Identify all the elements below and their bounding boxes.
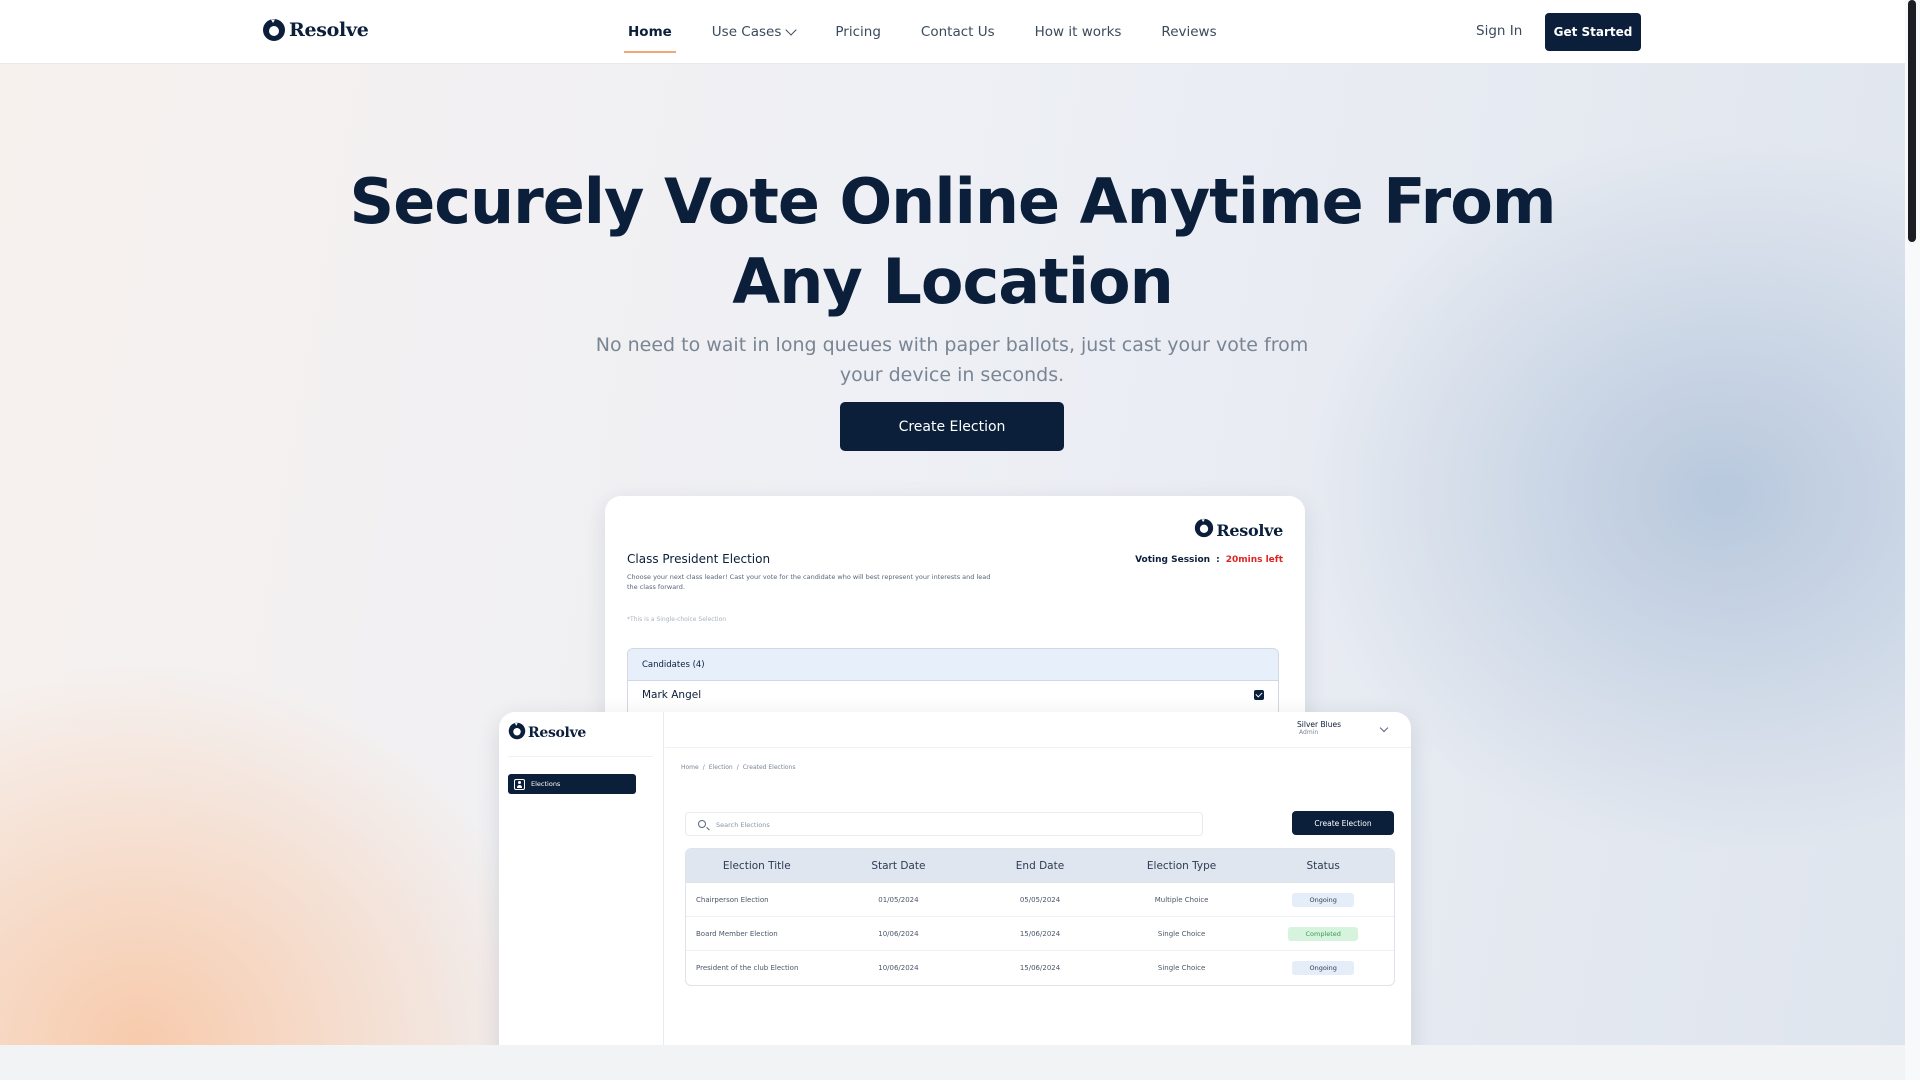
hero-section: Securely Vote Online Anytime From Any Lo…	[0, 64, 1905, 1045]
voting-session-status: Voting Session:20mins left	[1135, 555, 1283, 565]
status-badge: Ongoing	[1292, 961, 1355, 975]
table-row[interactable]: Chairperson Election 01/05/2024 05/05/20…	[686, 883, 1394, 917]
admin-dashboard-preview: Resolve Elections Silver Blues Admin Hom…	[499, 712, 1411, 1045]
scrollbar-thumb[interactable]	[1908, 0, 1916, 242]
search-input[interactable]	[716, 817, 1016, 833]
selection-note: *This is a Single-choice Selection	[627, 616, 727, 623]
cell-title: Chairperson Election	[696, 895, 769, 904]
voting-card-brand: Resolve	[1216, 520, 1283, 540]
admin-logo: Resolve	[508, 722, 586, 744]
time-left: 20mins left	[1225, 555, 1283, 565]
cell-title: President of the club Election	[696, 964, 799, 972]
election-title: Class President Election	[627, 552, 771, 566]
cell-type: Multiple Choice	[1154, 895, 1209, 904]
breadcrumb: Home / Election / Created Elections	[681, 764, 795, 771]
nav-reviews[interactable]: Reviews	[1161, 0, 1216, 64]
chevron-down-icon[interactable]	[1379, 723, 1389, 733]
nav-use-cases[interactable]: Use Cases	[711, 0, 798, 64]
status-badge: Completed	[1288, 926, 1359, 941]
cell-start-date: 10/06/2024	[878, 929, 919, 938]
resolve-logo-icon	[508, 722, 526, 744]
cell-end-date: 15/06/2024	[1019, 929, 1061, 938]
cell-status: Ongoing	[1252, 961, 1394, 975]
column-header: Election Title	[722, 859, 791, 872]
nav-pricing[interactable]: Pricing	[835, 0, 881, 64]
nav-contact-us[interactable]: Contact Us	[921, 0, 995, 64]
candidate-row[interactable]: Mark Angel	[628, 681, 1278, 709]
user-name: Silver Blues	[1297, 720, 1341, 729]
sidebar-item-elections[interactable]: Elections	[508, 774, 636, 794]
resolve-logo-icon	[262, 18, 286, 42]
candidate-name: Mark Angel	[642, 689, 702, 701]
users-icon	[514, 778, 525, 790]
elections-table: Election Title Start Date End Date Elect…	[685, 848, 1395, 986]
status-badge: Ongoing	[1292, 892, 1355, 907]
column-header: Start Date	[871, 859, 926, 872]
cell-status: Ongoing	[1252, 892, 1394, 907]
cell-end-date: 05/05/2024	[1019, 895, 1061, 904]
table-row[interactable]: Board Member Election 10/06/2024 15/06/2…	[686, 917, 1394, 951]
create-election-cta-button[interactable]: Create Election	[840, 402, 1064, 451]
brand-logo[interactable]: Resolve	[262, 18, 369, 42]
cell-start-date: 01/05/2024	[878, 895, 919, 904]
resolve-logo-icon	[1194, 518, 1214, 542]
breadcrumb-election[interactable]: Election	[709, 764, 733, 771]
chevron-down-icon	[785, 24, 798, 36]
breadcrumb-separator: /	[702, 764, 705, 771]
column-header: Status	[1306, 859, 1340, 872]
sign-in-link[interactable]: Sign In	[1476, 23, 1522, 39]
next-section-edge	[0, 1045, 1905, 1080]
table-header: Election Title Start Date End Date Elect…	[686, 849, 1394, 883]
voting-session-separator: :	[1216, 555, 1220, 565]
nav-use-cases-label: Use Cases	[711, 24, 782, 40]
column-header: End Date	[1015, 859, 1065, 872]
hero-title-line1: Securely Vote Online Anytime From	[349, 165, 1557, 238]
admin-topbar: Silver Blues Admin	[665, 712, 1411, 748]
cell-type: Single Choice	[1157, 929, 1206, 938]
admin-brand: Resolve	[528, 725, 587, 741]
top-navbar: Resolve Home Use Cases Pricing Contact U…	[0, 0, 1905, 64]
user-role: Admin	[1299, 729, 1319, 736]
hero-title-line2: Any Location	[732, 245, 1173, 318]
get-started-button[interactable]: Get Started	[1545, 13, 1641, 51]
voting-card-logo: Resolve	[1194, 518, 1283, 542]
search-icon	[698, 820, 706, 828]
nav-home[interactable]: Home	[624, 0, 676, 64]
hero-title: Securely Vote Online Anytime From Any Lo…	[0, 162, 1905, 322]
user-menu[interactable]: Silver Blues Admin	[1297, 720, 1341, 736]
breadcrumb-created-elections: Created Elections	[742, 764, 796, 771]
create-election-button[interactable]: Create Election	[1292, 811, 1394, 835]
cell-end-date: 15/06/2024	[1019, 964, 1061, 972]
admin-sidebar: Resolve Elections	[499, 712, 664, 1045]
voting-session-label: Voting Session	[1135, 555, 1211, 565]
sidebar-divider	[508, 756, 653, 757]
cell-title: Board Member Election	[696, 929, 778, 938]
election-description: Choose your next class leader! Cast your…	[627, 573, 991, 591]
main-nav: Home Use Cases Pricing Contact Us How it…	[624, 0, 1257, 64]
sidebar-item-label: Elections	[531, 780, 561, 788]
breadcrumb-home[interactable]: Home	[681, 764, 699, 771]
candidates-header: Candidates (4)	[628, 649, 1278, 681]
page-scrollbar[interactable]	[1905, 0, 1920, 1080]
nav-how-it-works[interactable]: How it works	[1035, 0, 1122, 64]
candidate-checkbox[interactable]	[1254, 690, 1264, 700]
hero-subtitle: No need to wait in long queues with pape…	[595, 334, 1309, 386]
search-bar	[685, 812, 1203, 836]
table-row[interactable]: President of the club Election 10/06/202…	[686, 951, 1394, 985]
cell-status: Completed	[1252, 926, 1394, 941]
cell-type: Single Choice	[1157, 964, 1206, 972]
cell-start-date: 10/06/2024	[878, 964, 919, 972]
brand-name: Resolve	[289, 19, 369, 41]
column-header: Election Type	[1146, 859, 1217, 872]
breadcrumb-separator: /	[736, 764, 739, 771]
